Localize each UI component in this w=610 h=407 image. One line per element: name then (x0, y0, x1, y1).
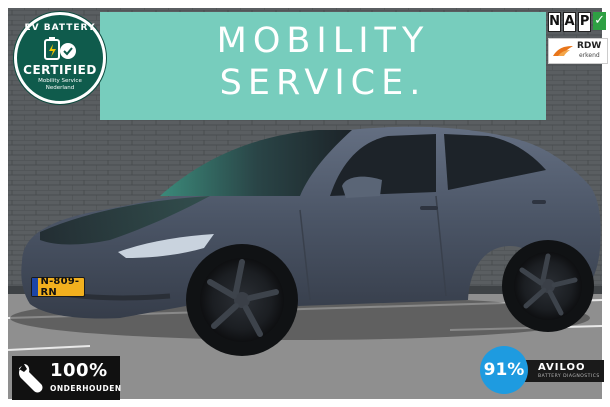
maintenance-label: ONDERHOUDEN (50, 384, 122, 393)
ev-badge-sub-2: Nederland (45, 85, 75, 91)
rdw-erkend-logo: RDW erkend (548, 38, 608, 64)
maintenance-badge: 100% ONDERHOUDEN (12, 356, 122, 400)
car-photo: MOBILITY SERVICE. EV BATTERY CERTIFIED M… (0, 0, 610, 407)
wrench-icon (19, 364, 43, 393)
rdw-main-text: RDW (577, 41, 602, 51)
aviloo-subtitle: BATTERY DIAGNOSTICS (538, 374, 600, 379)
ev-badge-top-text: EV BATTERY (24, 23, 96, 33)
license-plate: N-809-RN (31, 276, 85, 298)
building-sign: MOBILITY SERVICE. (100, 14, 546, 104)
battery-check-icon (44, 37, 76, 60)
plate-eu-band (32, 278, 38, 296)
aviloo-brand: AVILOO (538, 362, 586, 373)
nap-letter: A (563, 12, 577, 32)
aviloo-battery-badge: 91% AVILOO BATTERY DIAGNOSTICS (480, 346, 604, 396)
nap-logo: N A P ✓ (548, 12, 607, 32)
ev-badge-sub-1: Mobility Service (38, 78, 82, 84)
license-plate-text: N-809-RN (40, 276, 80, 298)
maintenance-percent: 100% (50, 360, 108, 381)
rdw-sub-text: erkend (579, 52, 600, 59)
ev-battery-certified-badge: EV BATTERY CERTIFIED Mobility Service Ne… (14, 12, 106, 104)
rear-wheel (502, 240, 594, 332)
sign-line-2: SERVICE. (219, 63, 427, 103)
nap-letter: N (548, 12, 562, 32)
nap-letter: P (578, 12, 592, 32)
rdw-logo-icon (553, 46, 573, 56)
checkmark-icon: ✓ (593, 12, 607, 30)
front-wheel (186, 244, 298, 356)
ev-badge-main-text: CERTIFIED (23, 63, 97, 77)
sign-line-1: MOBILITY (216, 21, 430, 61)
battery-score: 91% (480, 346, 528, 394)
